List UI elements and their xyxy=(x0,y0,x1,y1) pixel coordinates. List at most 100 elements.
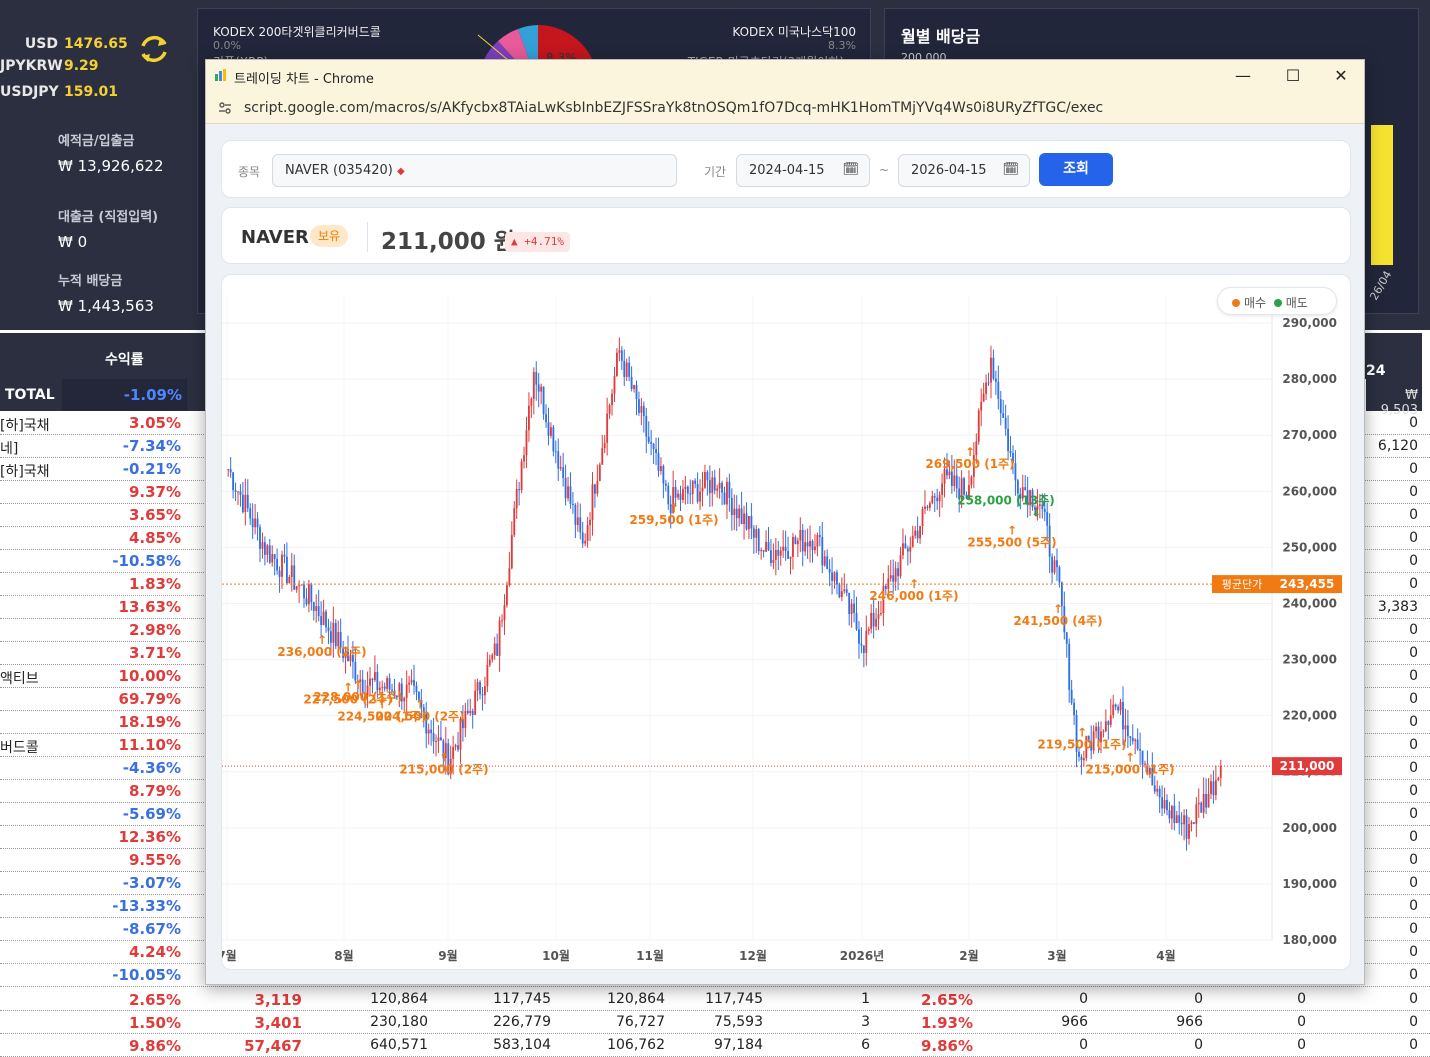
site-info-icon[interactable] xyxy=(218,101,232,115)
candle-body xyxy=(1080,756,1083,761)
candle-body xyxy=(281,554,283,577)
x-tick-label: 12월 xyxy=(739,948,767,963)
table-row[interactable]: 1.50% 3,401 230,180 226,779 76,727 75,593 3 1.9… xyxy=(0,1011,1430,1034)
candle-body xyxy=(921,509,924,527)
right-cell: 6,120 xyxy=(1377,438,1418,454)
candle-body xyxy=(1163,800,1166,809)
candle-body xyxy=(892,575,895,582)
end-date-input[interactable]: 2026-04-15 🗓 xyxy=(898,154,1030,187)
right-cell: 0 xyxy=(1409,507,1418,523)
refresh-icon[interactable] xyxy=(136,32,172,68)
candle-body xyxy=(994,378,997,382)
candle-body xyxy=(1202,793,1205,813)
candle-body xyxy=(329,631,332,643)
candle-body xyxy=(1070,689,1073,703)
candle-body xyxy=(772,559,775,563)
candle-body xyxy=(469,710,472,714)
candle-body xyxy=(1156,788,1159,792)
right-cell: 0 xyxy=(1409,737,1418,753)
candle-body xyxy=(926,506,929,508)
last-price-label: 211,000 xyxy=(1280,759,1335,773)
candle-body xyxy=(542,386,545,414)
candle-body xyxy=(748,516,750,530)
query-button[interactable]: 조회 xyxy=(1039,153,1113,186)
minimize-button[interactable]: — xyxy=(1226,64,1260,88)
fx-value: 1476.65 xyxy=(64,36,128,52)
buy-marker-label: 236,000 (2주) xyxy=(277,645,366,659)
candle-body xyxy=(591,484,594,520)
candle-body xyxy=(491,655,494,660)
candle-body xyxy=(601,448,604,465)
candle-body xyxy=(403,697,406,702)
candle-body xyxy=(1051,556,1054,573)
x-tick: 26/04 xyxy=(1367,268,1395,303)
return-cell: -4.36% xyxy=(122,759,181,777)
table-cell: 0 xyxy=(1297,1014,1306,1030)
trading-chart-window[interactable]: 트레이딩 차트 - Chrome — ☐ ✕ script.google.com… xyxy=(205,59,1365,985)
candle-body xyxy=(1134,739,1137,742)
candle-body xyxy=(303,584,305,599)
candle-body xyxy=(633,385,635,389)
table-cell: 1.93% xyxy=(920,1014,973,1032)
candle-body xyxy=(765,541,767,552)
candle-body xyxy=(818,535,821,537)
table-cell: 120,864 xyxy=(370,991,428,1007)
right-cell: 0 xyxy=(1409,484,1418,500)
candle-body xyxy=(249,508,252,519)
candle-body xyxy=(682,488,684,500)
fx-value: 9.29 xyxy=(64,58,99,74)
x-tick-label: 10월 xyxy=(542,948,570,963)
candle-body xyxy=(906,548,909,552)
candle-body xyxy=(708,480,711,494)
stock-input[interactable]: NAVER (035420) ◆ xyxy=(272,154,677,187)
maximize-button[interactable]: ☐ xyxy=(1276,64,1310,88)
candle-body xyxy=(410,680,413,683)
title-bar[interactable]: 트레이딩 차트 - Chrome — ☐ ✕ xyxy=(206,60,1364,92)
card-value: ₩ 0 xyxy=(58,233,88,251)
fx-label: USDJPY xyxy=(0,84,59,100)
right-cell: 0 xyxy=(1409,852,1418,868)
candle-body xyxy=(831,572,833,581)
candle-body xyxy=(953,475,956,486)
candle-body xyxy=(838,584,841,598)
candle-body xyxy=(909,546,912,552)
address-bar[interactable]: script.google.com/macros/s/AKfycbx8TAiaL… xyxy=(206,92,1364,124)
candlestick-chart[interactable]: 290,000 280,000 270,000 260,000 250,000 240,0… xyxy=(222,275,1351,970)
right-cell: 0 xyxy=(1409,967,1418,983)
total-right-value: ₩ 9,503 xyxy=(1366,379,1422,418)
candle-body xyxy=(730,497,733,515)
dividend-bar[interactable] xyxy=(1371,125,1393,265)
url-text[interactable]: script.google.com/macros/s/AKfycbx8TAiaL… xyxy=(244,100,1103,116)
candle-body xyxy=(870,612,873,630)
candle-body xyxy=(1158,788,1161,798)
candle-body xyxy=(674,487,677,498)
candle-body xyxy=(295,586,298,590)
candle-body xyxy=(501,620,503,622)
candle-body xyxy=(268,545,271,563)
table-row[interactable]: 9.86% 57,467 640,571 583,104 106,762 97,184 6 9… xyxy=(0,1034,1430,1057)
return-cell: 11.10% xyxy=(118,736,181,754)
candle-body xyxy=(792,536,794,557)
candle-body xyxy=(1073,702,1076,716)
candle-body xyxy=(985,382,988,394)
candle-body xyxy=(640,406,643,413)
candlestick-chart-panel[interactable]: 290,000 280,000 270,000 260,000 250,000 240,0… xyxy=(221,274,1351,970)
candle-body xyxy=(875,618,877,627)
buy-marker-label: 224,500 (2주) xyxy=(375,709,464,723)
table-cell: 1 xyxy=(861,991,870,1007)
candle-body xyxy=(987,382,990,384)
table-row[interactable]: 2.65% 3,119 120,864 117,745 120,864 117,745 1 2… xyxy=(0,988,1430,1011)
candle-body xyxy=(496,643,499,656)
candle-body xyxy=(931,496,934,504)
start-date-input[interactable]: 2024-04-15 🗓 xyxy=(736,154,870,187)
candle-body xyxy=(867,629,870,631)
loan-card[interactable]: 대출금 (직접입력) ₩ 0 xyxy=(58,206,186,251)
candle-body xyxy=(547,422,550,436)
close-button[interactable]: ✕ xyxy=(1324,64,1358,88)
table-cell: 0 xyxy=(1297,991,1306,1007)
candle-body xyxy=(662,466,665,484)
candle-body xyxy=(642,406,645,416)
return-cell: 18.19% xyxy=(118,713,181,731)
table-cell: 583,104 xyxy=(493,1037,551,1053)
right-cell: 0 xyxy=(1409,921,1418,937)
